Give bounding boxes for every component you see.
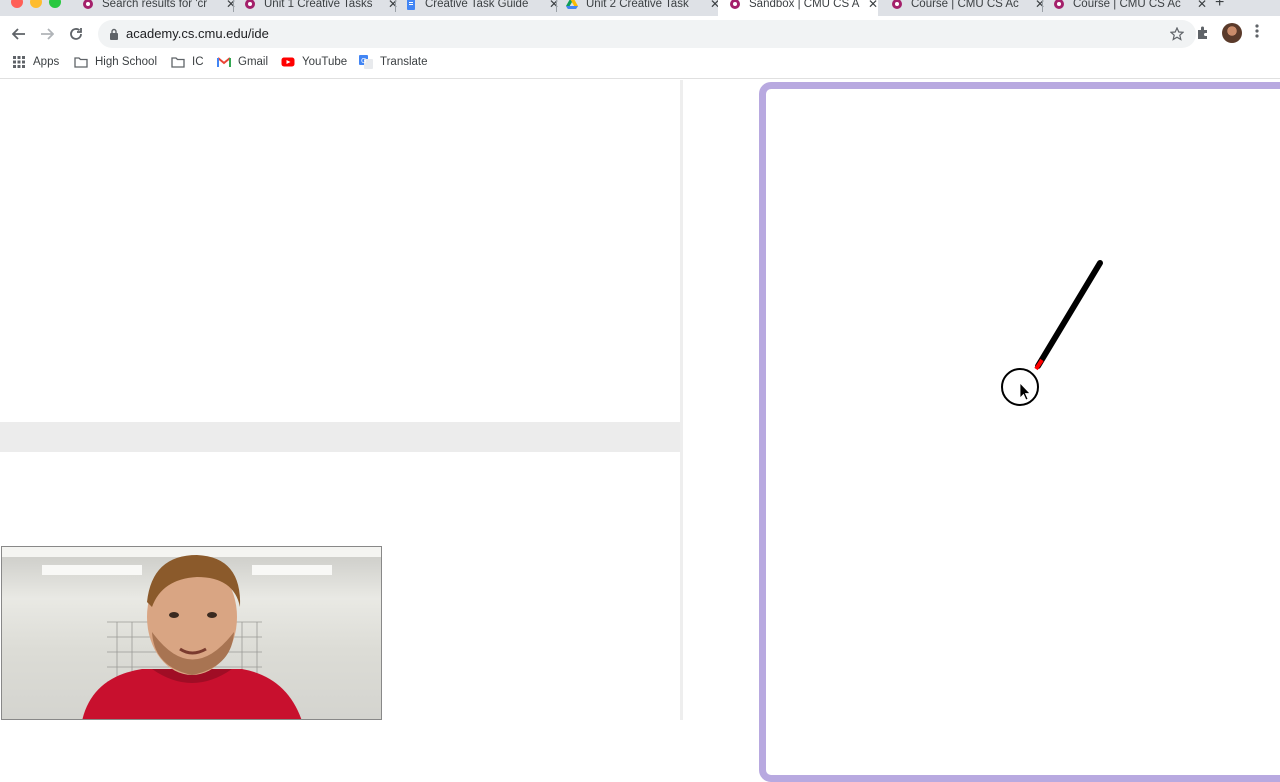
webcam-overlay (1, 546, 382, 720)
webcam-person-image (2, 547, 381, 719)
mouse-cursor-icon (1019, 382, 1031, 401)
drawn-line-tip (1034, 358, 1044, 371)
drawn-line (1035, 260, 1103, 369)
